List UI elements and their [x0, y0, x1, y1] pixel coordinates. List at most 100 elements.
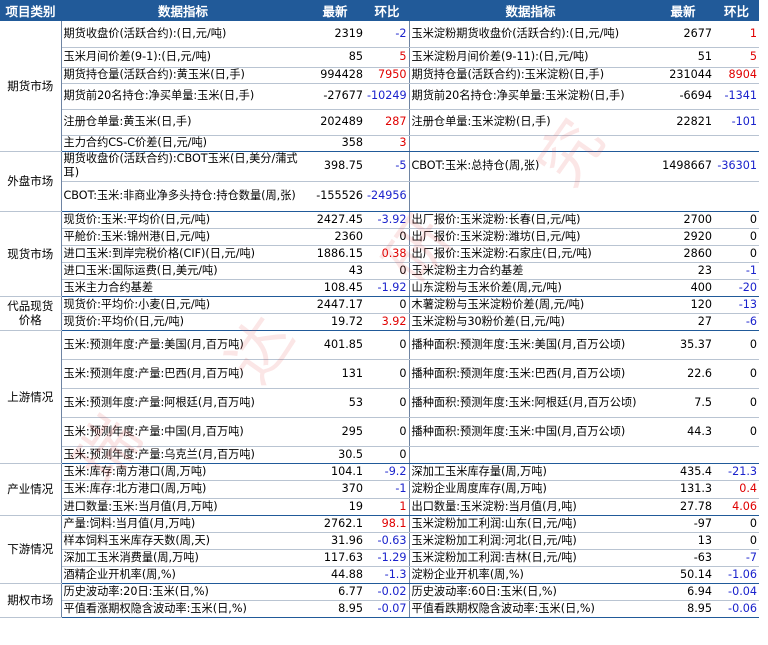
right-latest-cell: 120	[652, 296, 714, 314]
right-change-cell: -1	[714, 262, 759, 280]
category-cell: 期权市场	[0, 583, 62, 618]
table-row: 玉米:预测年度:产量:乌克兰(月,百万吨) 30.5 0	[0, 446, 759, 464]
table-row: 玉米:预测年度:产量:阿根廷(月,百万吨) 53 0 播种面积:预测年度:玉米:阿根廷…	[0, 388, 759, 418]
left-indicator-cell: 期货收盘价(活跃合约):(日,元/吨)	[61, 21, 305, 48]
left-change-cell: -5	[365, 151, 409, 182]
left-latest-cell: 104.1	[305, 463, 365, 481]
left-latest-cell: 8.95	[305, 600, 365, 618]
right-latest-cell: 35.37	[652, 330, 714, 360]
left-change-cell: 5	[365, 47, 409, 68]
table-row: 注册仓单量:黄玉米(日,手) 202489 287 注册仓单量:玉米淀粉(日,手) 22…	[0, 109, 759, 136]
right-indicator-cell: 玉米淀粉主力合约基差	[408, 262, 652, 280]
right-change-cell: -13	[714, 296, 759, 314]
right-change-cell: -20	[714, 279, 759, 297]
right-indicator-cell: CBOT:玉米:总持仓(周,张)	[408, 151, 652, 182]
left-latest-cell: 19.72	[305, 313, 365, 331]
right-change-cell: -1.06	[714, 566, 759, 584]
right-indicator-cell: 玉米淀粉加工利润:河北(日,元/吨)	[408, 532, 652, 550]
left-latest-cell: 131	[305, 359, 365, 389]
right-indicator-cell: 山东淀粉与玉米价差(周,元/吨)	[408, 279, 652, 297]
right-change-cell: -6	[714, 313, 759, 331]
left-indicator-cell: 注册仓单量:黄玉米(日,手)	[61, 109, 305, 136]
left-indicator-cell: 玉米:库存:北方港口(周,万吨)	[61, 480, 305, 499]
left-indicator-cell: 进口玉米:国际运费(日,美元/吨)	[61, 262, 305, 280]
left-change-cell: 0	[365, 388, 409, 418]
table-row: 酒精企业开机率(周,%) 44.88 -1.3 淀粉企业开机率(周,%) 50.14 -1…	[0, 566, 759, 584]
left-change-cell: -1.92	[365, 279, 409, 297]
left-indicator-cell: 样本饲料玉米库存天数(周,天)	[61, 532, 305, 550]
left-indicator-cell: 玉米主力合约基差	[61, 279, 305, 297]
right-change-cell: 5	[714, 47, 759, 68]
left-indicator-cell: 期货收盘价(活跃合约):CBOT玉米(日,美分/蒲式耳)	[61, 151, 305, 182]
left-latest-cell: -155526	[305, 181, 365, 212]
right-change-cell: -0.06	[714, 600, 759, 618]
left-latest-cell: 19	[305, 498, 365, 516]
right-change-cell: 0	[714, 359, 759, 389]
left-latest-cell: 401.85	[305, 330, 365, 360]
right-latest-cell: 435.4	[652, 463, 714, 481]
table-row: 期货持仓量(活跃合约):黄玉米(日,手) 994428 7950 期货持仓量(活跃合约…	[0, 67, 759, 84]
table-row: 进口玉米:国际运费(日,美元/吨) 43 0 玉米淀粉主力合约基差 23 -1	[0, 262, 759, 280]
left-change-cell: 3	[365, 135, 409, 152]
left-indicator-cell: 期货持仓量(活跃合约):黄玉米(日,手)	[61, 67, 305, 84]
right-indicator-cell: 木薯淀粉与玉米淀粉价差(周,元/吨)	[408, 296, 652, 314]
right-change-cell: 8904	[714, 67, 759, 84]
right-indicator-cell: 播种面积:预测年度:玉米:阿根廷(月,百万公顷)	[408, 388, 652, 418]
left-latest-cell: 44.88	[305, 566, 365, 584]
right-indicator-cell: 期货前20名持仓:净买单量:玉米淀粉(日,手)	[408, 83, 652, 110]
left-change-cell: -1	[365, 480, 409, 499]
right-change-cell: -1341	[714, 83, 759, 110]
right-latest-cell: 22821	[652, 109, 714, 136]
left-change-cell: 0	[365, 446, 409, 464]
table-row: 玉米主力合约基差 108.45 -1.92 山东淀粉与玉米价差(周,元/吨) 400 -2…	[0, 279, 759, 297]
left-change-cell: 98.1	[365, 515, 409, 533]
left-indicator-cell: 现货价:平均价:小麦(日,元/吨)	[61, 296, 305, 314]
table-row: 玉米:预测年度:产量:中国(月,百万吨) 295 0 播种面积:预测年度:玉米:中国(…	[0, 417, 759, 447]
right-indicator-cell: 出厂报价:玉米淀粉:潍坊(日,元/吨)	[408, 228, 652, 246]
right-indicator-cell: 深加工玉米库存量(周,万吨)	[408, 463, 652, 481]
left-change-cell: -10249	[365, 83, 409, 110]
left-change-cell: 7950	[365, 67, 409, 84]
left-latest-cell: 31.96	[305, 532, 365, 550]
right-latest-cell: -63	[652, 549, 714, 567]
right-indicator-cell	[408, 181, 652, 212]
right-change-cell: 0	[714, 245, 759, 263]
left-change-cell: -0.02	[365, 583, 409, 601]
left-indicator-cell: 酒精企业开机率(周,%)	[61, 566, 305, 584]
left-change-cell: -2	[365, 21, 409, 48]
left-indicator-cell: 进口玉米:到岸完税价格(CIF)(日,元/吨)	[61, 245, 305, 263]
left-indicator-cell: 产量:饲料:当月值(月,万吨)	[61, 515, 305, 533]
header-indicator-right: 数据指标	[409, 0, 652, 21]
right-latest-cell: 13	[652, 532, 714, 550]
category-cell: 期货市场	[0, 21, 62, 152]
left-latest-cell: 2319	[305, 21, 365, 48]
header-change-left: 环比	[365, 0, 409, 21]
right-change-cell: 0	[714, 228, 759, 246]
right-indicator-cell: 播种面积:预测年度:玉米:美国(月,百万公顷)	[408, 330, 652, 360]
left-indicator-cell: 玉米:预测年度:产量:乌克兰(月,百万吨)	[61, 446, 305, 464]
table-row: 进口数量:玉米:当月值(月,万吨) 19 1 出口数量:玉米淀粉:当月值(月,吨) 27…	[0, 498, 759, 516]
right-indicator-cell: 平值看跌期权隐含波动率:玉米(日,%)	[408, 600, 652, 618]
table-row: 期货市场 期货收盘价(活跃合约):(日,元/吨) 2319 -2 玉米淀粉期货收盘价(活…	[0, 21, 759, 152]
left-change-cell: -0.63	[365, 532, 409, 550]
right-latest-cell: 2860	[652, 245, 714, 263]
right-change-cell: 4.06	[714, 498, 759, 516]
table-row: 主力合约CS-C价差(日,元/吨) 358 3	[0, 135, 759, 152]
right-change-cell: -21.3	[714, 463, 759, 481]
left-change-cell: -3.92	[365, 211, 409, 229]
header-change-right: 环比	[714, 0, 759, 21]
left-change-cell: 1	[365, 498, 409, 516]
left-change-cell: 0	[365, 359, 409, 389]
left-change-cell: -24956	[365, 181, 409, 212]
left-indicator-cell: 玉米月间价差(9-1):(日,元/吨)	[61, 47, 305, 68]
table-row: 玉米:库存:北方港口(周,万吨) 370 -1 淀粉企业周度库存(周,万吨) 131.3…	[0, 480, 759, 499]
header-indicator-left: 数据指标	[61, 0, 305, 21]
left-indicator-cell: 现货价:玉米:平均价(日,元/吨)	[61, 211, 305, 229]
left-change-cell: 3.92	[365, 313, 409, 331]
right-change-cell: -101	[714, 109, 759, 136]
left-latest-cell: 358	[305, 135, 365, 152]
right-indicator-cell: 淀粉企业开机率(周,%)	[408, 566, 652, 584]
right-change-cell: 0.4	[714, 480, 759, 499]
right-indicator-cell: 玉米淀粉加工利润:山东(日,元/吨)	[408, 515, 652, 533]
right-indicator-cell: 玉米淀粉与30粉价差(日,元/吨)	[408, 313, 652, 331]
